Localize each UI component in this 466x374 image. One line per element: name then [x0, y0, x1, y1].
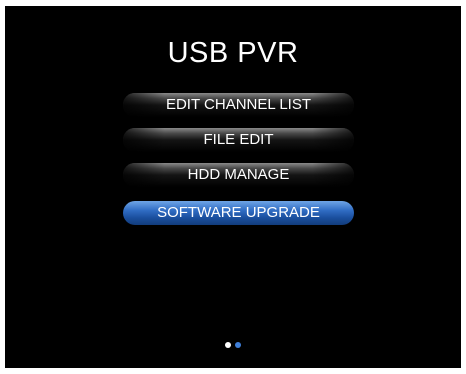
menu-item-software-upgrade[interactable]: SOFTWARE UPGRADE	[123, 201, 354, 225]
menu-item-edit-channel-list[interactable]: EDIT CHANNEL LIST	[123, 93, 354, 117]
menu-item-file-edit[interactable]: FILE EDIT	[123, 128, 354, 152]
menu-item-label: EDIT CHANNEL LIST	[165, 96, 312, 113]
menu-item-label: FILE EDIT	[203, 131, 274, 148]
main-menu: EDIT CHANNEL LIST FILE EDIT HDD MANAGE S…	[5, 6, 461, 368]
menu-item-label: SOFTWARE UPGRADE	[157, 204, 320, 221]
page-dot-2[interactable]	[235, 342, 241, 348]
page-indicator	[5, 335, 461, 348]
pvr-screen: USB PVR EDIT CHANNEL LIST FILE EDIT HDD …	[5, 6, 461, 368]
menu-item-label: HDD MANAGE	[187, 166, 290, 183]
menu-item-hdd-manage[interactable]: HDD MANAGE	[123, 163, 354, 187]
page-dot-1[interactable]	[225, 342, 231, 348]
